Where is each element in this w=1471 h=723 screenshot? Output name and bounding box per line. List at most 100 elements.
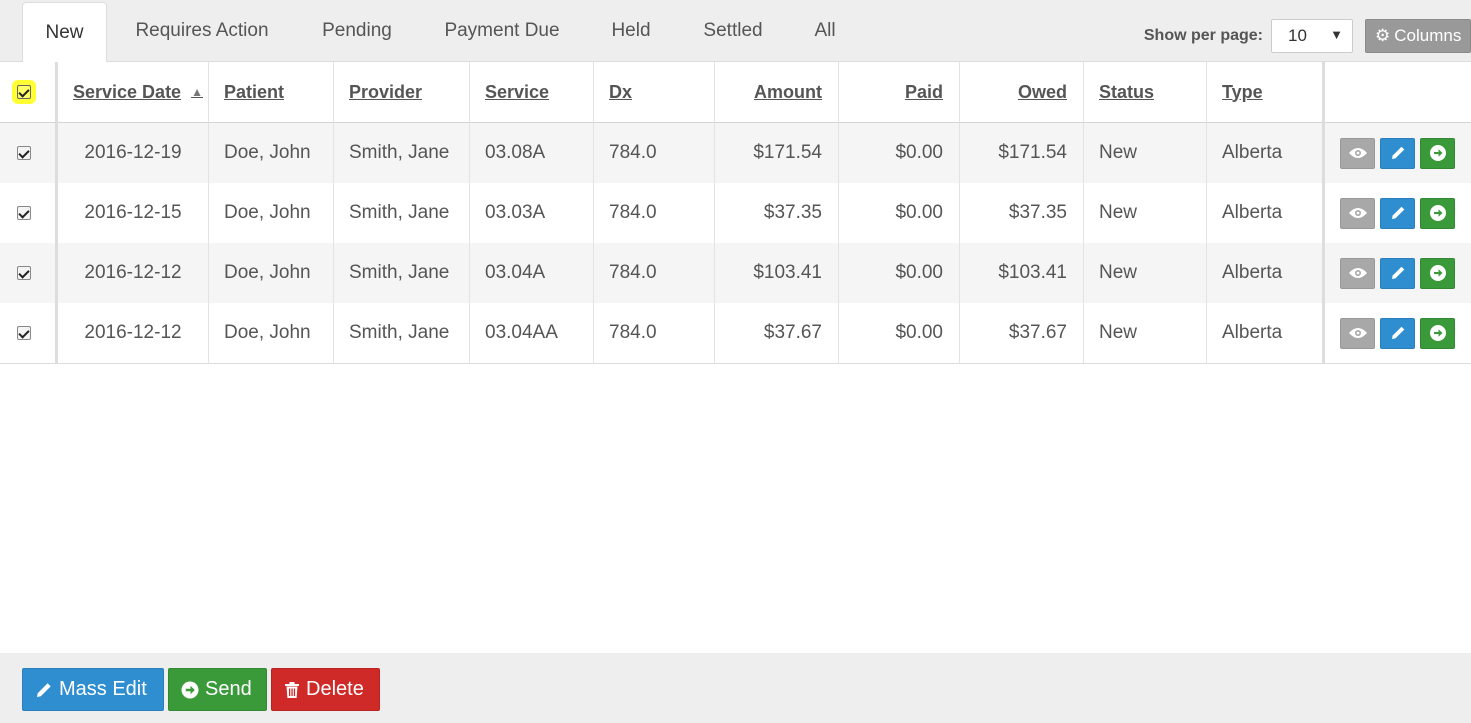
cell-paid: $0.00 bbox=[839, 303, 960, 363]
row-checkbox[interactable] bbox=[16, 266, 31, 280]
view-button[interactable] bbox=[1340, 317, 1375, 349]
cell-service: 03.08A bbox=[470, 123, 594, 183]
pencil-icon bbox=[37, 682, 51, 697]
row-actions bbox=[1325, 123, 1471, 183]
row-checkbox[interactable] bbox=[16, 146, 31, 160]
cell-service: 03.04A bbox=[470, 243, 594, 303]
tab-requires-action[interactable]: Requires Action bbox=[107, 0, 297, 62]
cell-patient: Doe, John bbox=[209, 303, 334, 363]
arrow-circle-right-icon bbox=[1429, 205, 1446, 221]
column-header-paid[interactable]: Paid bbox=[839, 62, 960, 123]
cell-patient: Doe, John bbox=[209, 183, 334, 243]
cell-dx: 784.0 bbox=[594, 123, 715, 183]
row-select-cell bbox=[0, 123, 58, 183]
cell-dx: 784.0 bbox=[594, 303, 715, 363]
cell-service-date: 2016-12-15 bbox=[58, 183, 209, 243]
view-button[interactable] bbox=[1340, 197, 1375, 229]
send-claim-button[interactable] bbox=[1420, 257, 1455, 289]
view-button[interactable] bbox=[1340, 137, 1375, 169]
cell-patient: Doe, John bbox=[209, 123, 334, 183]
per-page-value: 10 bbox=[1288, 26, 1307, 45]
tab-new[interactable]: New bbox=[22, 2, 107, 63]
tab-payment-due[interactable]: Payment Due bbox=[417, 0, 587, 62]
delete-label: Delete bbox=[306, 678, 364, 700]
eye-icon bbox=[1348, 328, 1367, 338]
bulk-action-bar: Mass Edit Send Delete bbox=[0, 653, 1471, 723]
mass-edit-label: Mass Edit bbox=[59, 678, 147, 700]
table-row: 2016-12-12 Doe, John Smith, Jane 03.04A … bbox=[0, 243, 1471, 303]
column-header-service[interactable]: Service bbox=[470, 62, 594, 123]
select-all-checkbox[interactable] bbox=[16, 85, 31, 99]
column-header-label: Service Date bbox=[73, 81, 182, 102]
cell-type: Alberta bbox=[1207, 303, 1325, 363]
cell-dx: 784.0 bbox=[594, 243, 715, 303]
column-header-service-date[interactable]: Service Date ▲ bbox=[58, 62, 209, 123]
column-header-provider[interactable]: Provider bbox=[334, 62, 470, 123]
column-header-actions bbox=[1325, 62, 1471, 123]
cell-status: New bbox=[1084, 183, 1207, 243]
eye-icon bbox=[1348, 148, 1367, 158]
tab-pending[interactable]: Pending bbox=[297, 0, 417, 62]
pencil-icon bbox=[1391, 146, 1404, 159]
per-page-select[interactable]: 10 ▼ bbox=[1271, 19, 1353, 53]
column-header-amount[interactable]: Amount bbox=[715, 62, 839, 123]
claim-status-tabs: New Requires Action Pending Payment Due … bbox=[0, 0, 859, 63]
gear-icon: ⚙ bbox=[1375, 26, 1391, 45]
pencil-icon bbox=[1391, 326, 1404, 339]
arrow-circle-right-icon bbox=[1429, 145, 1446, 161]
arrow-circle-right-icon bbox=[1429, 265, 1446, 281]
table-row: 2016-12-12 Doe, John Smith, Jane 03.04AA… bbox=[0, 303, 1471, 364]
cell-dx: 784.0 bbox=[594, 183, 715, 243]
column-header-status[interactable]: Status bbox=[1084, 62, 1207, 123]
select-all-cell bbox=[0, 62, 58, 123]
per-page-label: Show per page: bbox=[1143, 27, 1263, 44]
edit-button[interactable] bbox=[1380, 257, 1415, 289]
cell-owed: $171.54 bbox=[960, 123, 1084, 183]
row-checkbox[interactable] bbox=[16, 206, 31, 220]
cell-provider: Smith, Jane bbox=[334, 303, 470, 363]
cell-paid: $0.00 bbox=[839, 243, 960, 303]
row-actions bbox=[1325, 303, 1471, 363]
row-select-cell bbox=[0, 303, 58, 363]
trash-icon bbox=[285, 681, 299, 698]
row-actions bbox=[1325, 243, 1471, 303]
cell-owed: $37.35 bbox=[960, 183, 1084, 243]
pencil-icon bbox=[1391, 206, 1404, 219]
tab-held[interactable]: Held bbox=[587, 0, 675, 62]
mass-edit-button[interactable]: Mass Edit bbox=[22, 668, 164, 711]
column-header-dx[interactable]: Dx bbox=[594, 62, 715, 123]
claims-table: Service Date ▲ Patient Provider Service … bbox=[0, 62, 1471, 364]
cell-type: Alberta bbox=[1207, 123, 1325, 183]
edit-button[interactable] bbox=[1380, 197, 1415, 229]
column-header-patient[interactable]: Patient bbox=[209, 62, 334, 123]
column-header-owed[interactable]: Owed bbox=[960, 62, 1084, 123]
top-bar: New Requires Action Pending Payment Due … bbox=[0, 0, 1471, 63]
cell-provider: Smith, Jane bbox=[334, 183, 470, 243]
tab-settled[interactable]: Settled bbox=[675, 0, 791, 62]
send-button[interactable]: Send bbox=[168, 668, 267, 711]
chevron-down-icon: ▼ bbox=[1330, 27, 1343, 42]
delete-button[interactable]: Delete bbox=[271, 668, 380, 711]
cell-service-date: 2016-12-12 bbox=[58, 303, 209, 363]
arrow-circle-right-icon bbox=[1429, 325, 1446, 341]
cell-provider: Smith, Jane bbox=[334, 123, 470, 183]
cell-patient: Doe, John bbox=[209, 243, 334, 303]
pencil-icon bbox=[1391, 266, 1404, 279]
arrow-circle-right-icon bbox=[181, 681, 199, 698]
tab-all[interactable]: All bbox=[791, 0, 859, 62]
row-actions bbox=[1325, 183, 1471, 243]
edit-button[interactable] bbox=[1380, 137, 1415, 169]
cell-type: Alberta bbox=[1207, 243, 1325, 303]
send-claim-button[interactable] bbox=[1420, 137, 1455, 169]
row-checkbox[interactable] bbox=[16, 326, 31, 340]
columns-button[interactable]: ⚙ Columns bbox=[1365, 19, 1471, 53]
cell-owed: $103.41 bbox=[960, 243, 1084, 303]
send-claim-button[interactable] bbox=[1420, 317, 1455, 349]
edit-button[interactable] bbox=[1380, 317, 1415, 349]
view-button[interactable] bbox=[1340, 257, 1375, 289]
column-header-type[interactable]: Type bbox=[1207, 62, 1325, 123]
row-select-cell bbox=[0, 243, 58, 303]
send-claim-button[interactable] bbox=[1420, 197, 1455, 229]
cell-amount: $103.41 bbox=[715, 243, 839, 303]
table-header-row: Service Date ▲ Patient Provider Service … bbox=[0, 62, 1471, 123]
